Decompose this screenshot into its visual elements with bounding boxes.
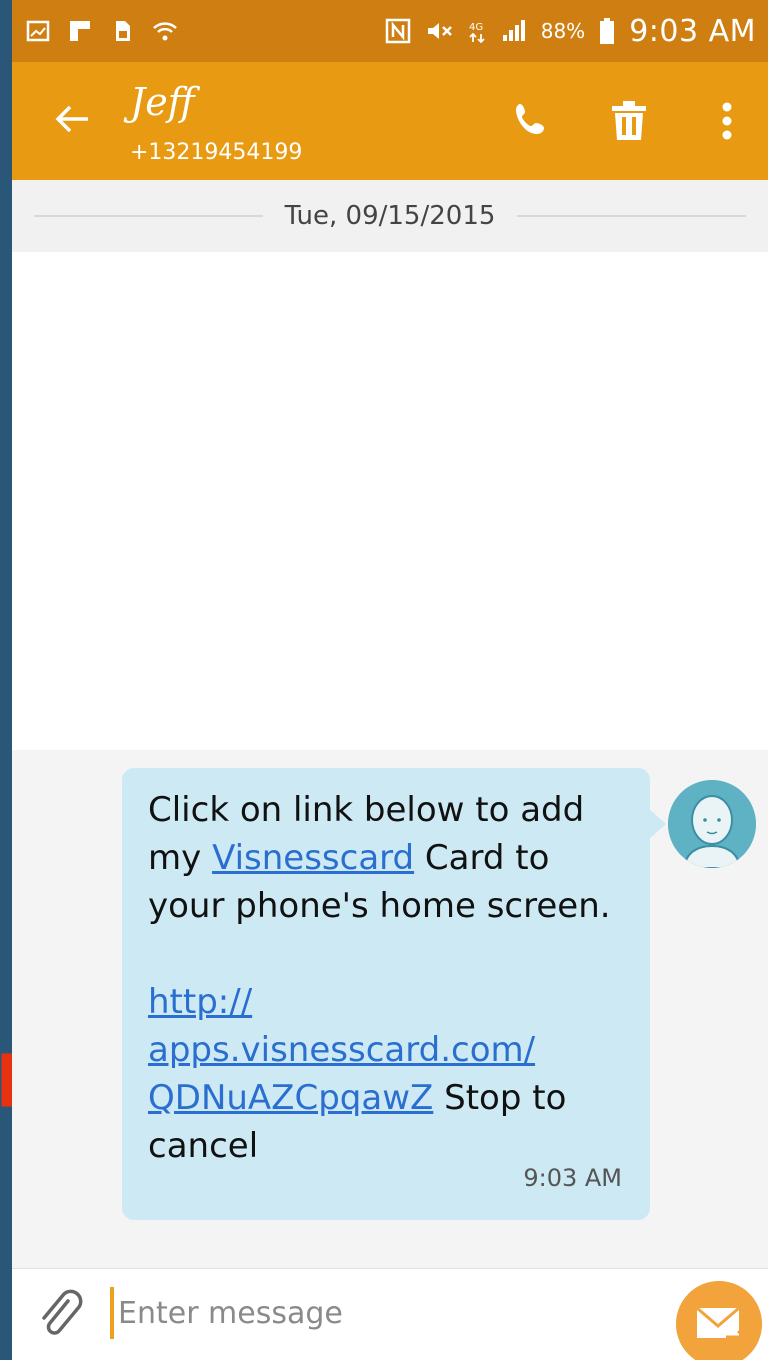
conversation-empty-space <box>12 252 768 750</box>
wifi-icon <box>153 22 177 41</box>
visnesscard-link[interactable]: Visnesscard <box>212 838 414 878</box>
contact-avatar-icon[interactable] <box>668 780 756 868</box>
conversation-header: Jeff +13219454199 <box>12 62 768 180</box>
svg-text:4G: 4G <box>469 22 483 33</box>
back-arrow-icon[interactable] <box>48 94 98 144</box>
date-divider: Tue, 09/15/2015 <box>12 180 768 252</box>
status-time: 9:03 AM <box>629 13 756 49</box>
divider-line <box>517 215 747 217</box>
status-bar: 4G 88% 9:03 AM <box>12 0 768 62</box>
message-input[interactable] <box>118 1283 648 1343</box>
text-cursor <box>110 1287 114 1339</box>
message-bubble[interactable]: Click on link below to add my Visnesscar… <box>122 768 650 1220</box>
bubble-tail <box>648 808 666 840</box>
sim-card-icon <box>116 21 130 41</box>
battery-percent: 88% <box>540 19 586 43</box>
conversation-area[interactable]: Tue, 09/15/2015 Click on link below to a… <box>12 180 768 1268</box>
status-left-icons <box>26 19 178 43</box>
app-notification-icon <box>70 21 90 41</box>
more-vert-icon[interactable] <box>704 98 750 144</box>
trash-icon[interactable] <box>606 98 652 144</box>
message-url-link[interactable]: QDNuAZCpqawZ <box>148 1078 433 1118</box>
send-button[interactable] <box>676 1281 762 1360</box>
status-right-icons: 4G 88% 9:03 AM <box>385 14 756 49</box>
signal-icon <box>502 20 525 41</box>
message-url-link[interactable]: apps.visnesscard.com/ <box>148 1030 535 1070</box>
message-time: 9:03 AM <box>523 1164 622 1192</box>
contact-name: Jeff <box>130 80 195 124</box>
mute-icon <box>427 23 452 39</box>
message-url-link[interactable]: http:// <box>148 982 252 1022</box>
contact-number: +13219454199 <box>130 140 303 165</box>
gallery-notification-icon <box>26 20 50 42</box>
phone-screen: 4G 88% 9:03 AM Jeff +13219454199 Tue, 09… <box>12 0 768 1360</box>
message-composer <box>12 1268 768 1360</box>
nfc-icon <box>385 18 410 44</box>
date-label: Tue, 09/15/2015 <box>284 201 496 231</box>
phone-icon[interactable] <box>508 98 554 144</box>
network-4g-icon: 4G <box>469 22 485 44</box>
battery-icon <box>600 18 615 44</box>
divider-line <box>34 215 263 217</box>
attach-icon[interactable] <box>34 1289 86 1341</box>
